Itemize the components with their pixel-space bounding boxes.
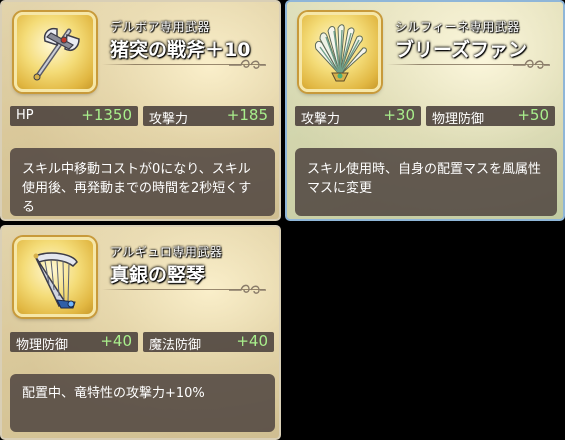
feather-fan-icon bbox=[315, 24, 367, 82]
stat-value: +30 bbox=[383, 106, 415, 124]
skill-description: スキル使用時、自身の配置マスを風属性マスに変更 bbox=[295, 148, 557, 216]
stat-label: 物理防御 bbox=[16, 338, 69, 353]
stat-label: HP bbox=[16, 108, 34, 123]
stat-magic-defense: 魔法防御 +40 bbox=[143, 332, 274, 353]
weapon-icon-frame bbox=[299, 12, 381, 92]
stat-value: +185 bbox=[226, 106, 268, 124]
weapon-card-2[interactable]: シルフィーネ専用武器 ブリーズファン 攻撃力 +30 物理防御 +50 スキル使… bbox=[285, 0, 565, 221]
weapon-owner-label: シルフィーネ専用武器 bbox=[395, 20, 520, 34]
harp-icon bbox=[33, 252, 78, 309]
stat-value: +1350 bbox=[81, 106, 132, 124]
ornament-icon bbox=[229, 284, 266, 294]
stat-physical-defense: 物理防御 +50 bbox=[426, 106, 555, 127]
weapon-card-1[interactable]: デルボア専用武器 猪突の戦斧＋10 HP +1350 攻撃力 +185 スキル中… bbox=[0, 0, 281, 221]
stat-physical-defense: 物理防御 +40 bbox=[10, 332, 138, 353]
weapon-icon-frame bbox=[14, 12, 96, 92]
ornament-icon bbox=[513, 59, 550, 69]
stat-attack: 攻撃力 +30 bbox=[295, 106, 421, 127]
stat-value: +50 bbox=[517, 106, 549, 124]
stat-attack: 攻撃力 +185 bbox=[143, 106, 274, 127]
stat-hp: HP +1350 bbox=[10, 106, 138, 126]
weapon-icon-frame bbox=[14, 237, 96, 317]
weapon-owner-label: デルボア専用武器 bbox=[110, 20, 211, 34]
weapon-card-3[interactable]: アルギュロ専用武器 真銀の竪琴 物理防御 +40 魔法防御 +40 配置中、竜特… bbox=[0, 225, 281, 440]
weapon-owner-label: アルギュロ専用武器 bbox=[110, 245, 223, 259]
stat-label: 物理防御 bbox=[432, 112, 485, 127]
stat-label: 攻撃力 bbox=[149, 112, 189, 127]
skill-description: 配置中、竜特性の攻撃力+10% bbox=[10, 374, 275, 432]
stat-value: +40 bbox=[100, 332, 132, 350]
weapon-name: 真銀の竪琴 bbox=[110, 264, 206, 286]
skill-description: スキル中移動コストが0になり、スキル使用後、再発動までの時間を2秒短くする bbox=[10, 148, 275, 216]
ornament-icon bbox=[229, 59, 266, 69]
stat-value: +40 bbox=[236, 332, 268, 350]
stat-label: 攻撃力 bbox=[301, 112, 341, 127]
battle-axe-icon bbox=[33, 27, 80, 81]
stat-label: 魔法防御 bbox=[149, 338, 202, 353]
weapon-name: ブリーズファン bbox=[395, 39, 528, 61]
